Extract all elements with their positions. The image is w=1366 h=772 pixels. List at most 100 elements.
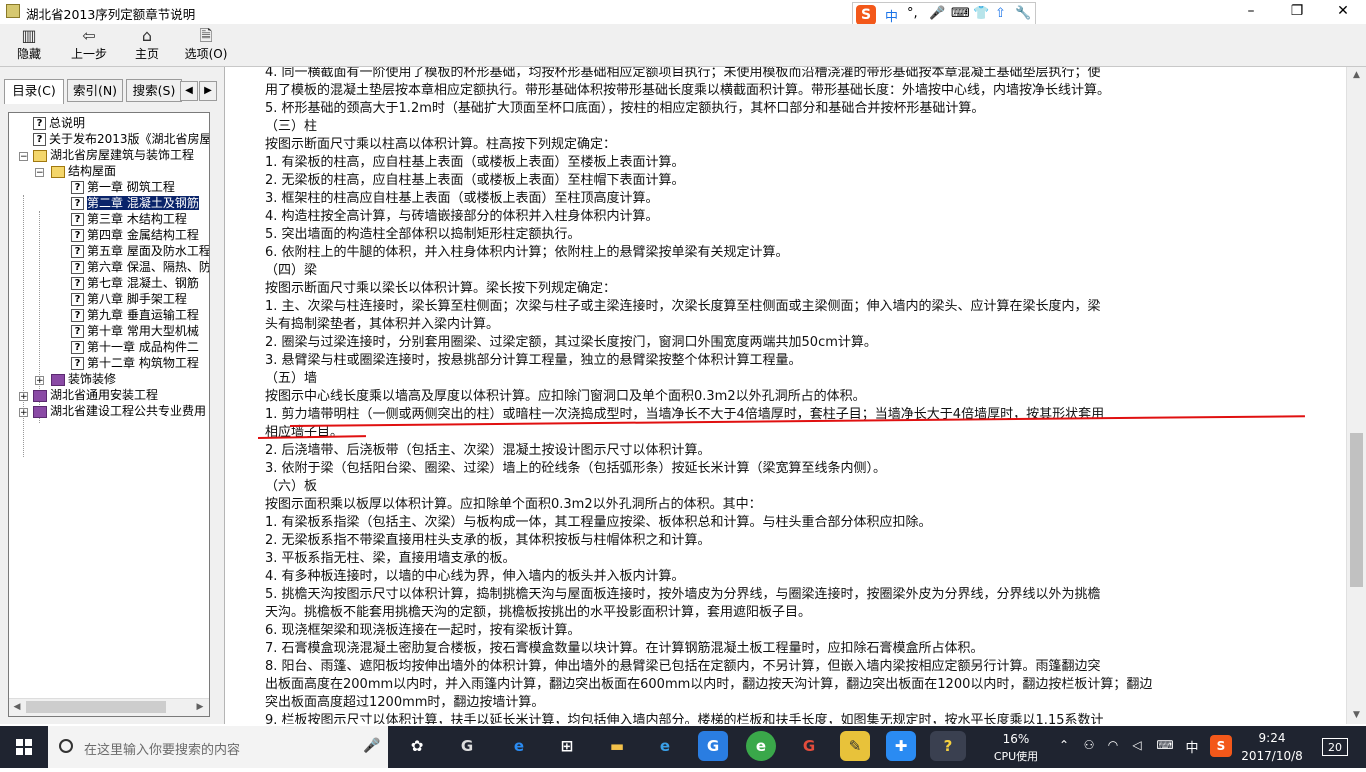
tree-item[interactable]: 湖北省通用安装工程 bbox=[33, 387, 158, 403]
tab-scroll-left-icon[interactable]: ◀ bbox=[180, 81, 198, 101]
tree-item[interactable]: ? 第十二章 构筑物工程 bbox=[71, 355, 199, 371]
tree-item[interactable]: ? 第十章 常用大型机械 bbox=[71, 323, 199, 339]
tree-item[interactable]: ? 第九章 垂直运输工程 bbox=[71, 307, 199, 323]
task-view-icon[interactable]: ✿ bbox=[402, 731, 432, 761]
tree-item[interactable]: ? 关于发布2013版《湖北省房屋 bbox=[33, 131, 209, 147]
edge-icon[interactable]: e bbox=[504, 731, 534, 761]
title-bar: 湖北省2013序列定额章节说明 S 中 °, 🎤 ⌨ 👕 ⇧ 🔧 – ❐ ✕ bbox=[0, 0, 1366, 28]
tray-chevron-icon[interactable]: ⌃ bbox=[1056, 738, 1072, 752]
ie-icon[interactable]: e bbox=[650, 731, 680, 761]
360-icon[interactable]: e bbox=[746, 731, 776, 761]
tree-item[interactable]: 湖北省房屋建筑与装饰工程 bbox=[33, 147, 194, 163]
scroll-down-icon[interactable]: ▼ bbox=[1347, 707, 1366, 723]
scrollbar-thumb[interactable] bbox=[1350, 433, 1363, 587]
tree-item[interactable]: ? 总说明 bbox=[33, 115, 85, 131]
contents-tree[interactable]: ? 总说明 ? 关于发布2013版《湖北省房屋 − 湖北省房屋建筑与装饰工程 − 结… bbox=[8, 112, 210, 717]
tab-contents[interactable]: 目录(C) bbox=[4, 79, 64, 104]
ime-shift-icon[interactable]: ⇧ bbox=[995, 6, 1006, 21]
tree-item[interactable]: ? 第六章 保温、隔热、防 bbox=[71, 259, 209, 275]
scroll-left-icon[interactable]: ◀ bbox=[9, 699, 25, 715]
maximize-button[interactable]: ❐ bbox=[1274, 0, 1320, 24]
tab-index[interactable]: 索引(N) bbox=[67, 79, 123, 102]
taskbar-search-box[interactable]: 在这里输入你要搜索的内容 🎤 bbox=[48, 726, 388, 768]
tab-search[interactable]: 搜索(S) bbox=[126, 79, 182, 102]
expand-icon[interactable]: + bbox=[19, 408, 28, 418]
wifi-icon[interactable]: ◠ bbox=[1104, 738, 1122, 752]
help-page-icon: ? bbox=[33, 117, 46, 130]
microphone-icon[interactable]: 🎤 bbox=[363, 738, 380, 754]
clock-time[interactable]: 9:24 bbox=[1240, 731, 1304, 745]
ime-keyboard-icon[interactable]: ⌨ bbox=[951, 6, 970, 21]
closed-book-icon bbox=[33, 389, 47, 402]
home-button[interactable]: ⌂ 主页 bbox=[126, 26, 168, 64]
collapse-icon[interactable]: − bbox=[19, 152, 28, 162]
sticky-icon[interactable]: ✎ bbox=[840, 731, 870, 761]
content-line: 突出板面高度超过1200mm时，翻边按墙计算。 bbox=[265, 695, 545, 710]
help-icon[interactable]: ? bbox=[930, 731, 966, 761]
options-icon: 🗎 bbox=[199, 26, 213, 45]
help-page-icon: ? bbox=[33, 133, 46, 146]
content-line: 头有捣制梁垫者，其体积并入梁内计算。 bbox=[265, 317, 500, 332]
ime-tools-icon[interactable]: 🔧 bbox=[1015, 6, 1031, 21]
expand-icon[interactable]: + bbox=[19, 392, 28, 402]
browser-g-icon[interactable]: G bbox=[452, 731, 482, 761]
tree-item[interactable]: ? 第八章 脚手架工程 bbox=[71, 291, 187, 307]
input-language[interactable]: 中 bbox=[1182, 737, 1202, 756]
close-button[interactable]: ✕ bbox=[1320, 0, 1366, 24]
ime-punct-icon[interactable]: °, bbox=[907, 6, 918, 21]
start-button[interactable] bbox=[0, 726, 48, 768]
chrome-icon[interactable]: G bbox=[794, 731, 824, 761]
browser-g2-icon[interactable]: G bbox=[698, 731, 728, 761]
content-line: 5. 杯形基础的颈高大于1.2m时（基础扩大顶面至杯口底面），按柱的相应定额执行… bbox=[265, 101, 985, 116]
tab-scroll-right-icon[interactable]: ▶ bbox=[199, 81, 217, 101]
content-line: 按图示面积乘以板厚以体积计算。应扣除单个面积0.3m2以外孔洞所占的体积。其中： bbox=[265, 497, 762, 512]
options-button[interactable]: 🗎 选项(O) bbox=[180, 26, 232, 64]
tree-item[interactable]: ? 第五章 屋面及防水工程 bbox=[71, 243, 209, 259]
sogou-tray-icon[interactable]: S bbox=[1210, 735, 1232, 757]
back-button[interactable]: ⇦ 上一步 bbox=[64, 26, 114, 64]
scroll-right-icon[interactable]: ▶ bbox=[192, 699, 208, 715]
content-vertical-scrollbar[interactable]: ▲ ▼ bbox=[1346, 67, 1366, 724]
tree-item[interactable]: ? 第七章 混凝土、钢筋 bbox=[71, 275, 199, 291]
expand-icon[interactable]: + bbox=[35, 376, 44, 386]
tree-item[interactable]: 装饰装修 bbox=[51, 371, 116, 387]
minimize-button[interactable]: – bbox=[1228, 0, 1274, 24]
tree-item[interactable]: ? 第三章 木结构工程 bbox=[71, 211, 187, 227]
tree-item[interactable]: 湖北省建设工程公共专业费用 bbox=[33, 403, 206, 419]
windows-logo-icon bbox=[16, 739, 32, 755]
cortana-icon bbox=[59, 739, 73, 753]
sogou-logo-icon[interactable]: S bbox=[856, 5, 876, 25]
content-line: （四）梁 bbox=[265, 263, 318, 278]
people-icon[interactable]: ⚇ bbox=[1080, 738, 1098, 752]
tree-item-selected[interactable]: ? 第二章 混凝土及钢筋 bbox=[71, 195, 199, 211]
notification-count[interactable]: 20 bbox=[1322, 738, 1348, 756]
collapse-icon[interactable]: − bbox=[35, 168, 44, 178]
hide-button[interactable]: ▥ 隐藏 bbox=[8, 26, 50, 64]
ime-skin-icon[interactable]: 👕 bbox=[973, 6, 989, 21]
back-arrow-icon: ⇦ bbox=[82, 26, 96, 45]
content-line: 按图示中心线长度乘以墙高及厚度以体积计算。应扣除门窗洞口及单个面积0.3m2以外… bbox=[265, 389, 866, 404]
scroll-up-icon[interactable]: ▲ bbox=[1347, 67, 1366, 83]
content-line: 3. 框架柱的柱高应自柱基上表面（或楼板上表面）至柱顶高度计算。 bbox=[265, 191, 659, 206]
clock-date[interactable]: 2017/10/8 bbox=[1236, 749, 1308, 763]
document-content[interactable]: 4. 同一横截面有一阶使用了模板的杯形基础，均按杯形基础相应定额项目执行；未使用… bbox=[228, 67, 1346, 724]
volume-icon[interactable]: ◁ bbox=[1128, 738, 1146, 752]
search-placeholder: 在这里输入你要搜索的内容 bbox=[84, 743, 241, 758]
plus-app-icon[interactable]: ✚ bbox=[886, 731, 916, 761]
tree-item[interactable]: ? 第十一章 成品构件二 bbox=[71, 339, 199, 355]
store-icon[interactable]: ⊞ bbox=[552, 731, 582, 761]
tree-item[interactable]: ? 第一章 砌筑工程 bbox=[71, 179, 175, 195]
tree-item[interactable]: 结构屋面 bbox=[51, 163, 116, 179]
tree-horizontal-scrollbar[interactable]: ◀ ▶ bbox=[9, 698, 209, 716]
keyboard-icon[interactable]: ⌨ bbox=[1152, 738, 1178, 752]
content-line: 5. 突出墙面的构造柱全部体积以捣制矩形柱定额执行。 bbox=[265, 227, 581, 242]
ime-lang-icon[interactable]: 中 bbox=[885, 6, 898, 25]
scrollbar-thumb[interactable] bbox=[26, 701, 166, 713]
tree-item[interactable]: ? 第四章 金属结构工程 bbox=[71, 227, 199, 243]
content-line: （六）板 bbox=[265, 479, 318, 494]
explorer-icon[interactable]: ▬ bbox=[602, 731, 632, 761]
content-line: 4. 有多种板连接时，以墙的中心线为界，伸入墙内的板头并入板内计算。 bbox=[265, 569, 685, 584]
content-line: 7. 石膏模盒现浇混凝土密肋复合楼板，按石膏模盒数量以块计算。在计算钢筋混凝土板… bbox=[265, 641, 984, 656]
ime-mic-icon[interactable]: 🎤 bbox=[929, 6, 945, 21]
help-page-icon: ? bbox=[71, 309, 84, 322]
